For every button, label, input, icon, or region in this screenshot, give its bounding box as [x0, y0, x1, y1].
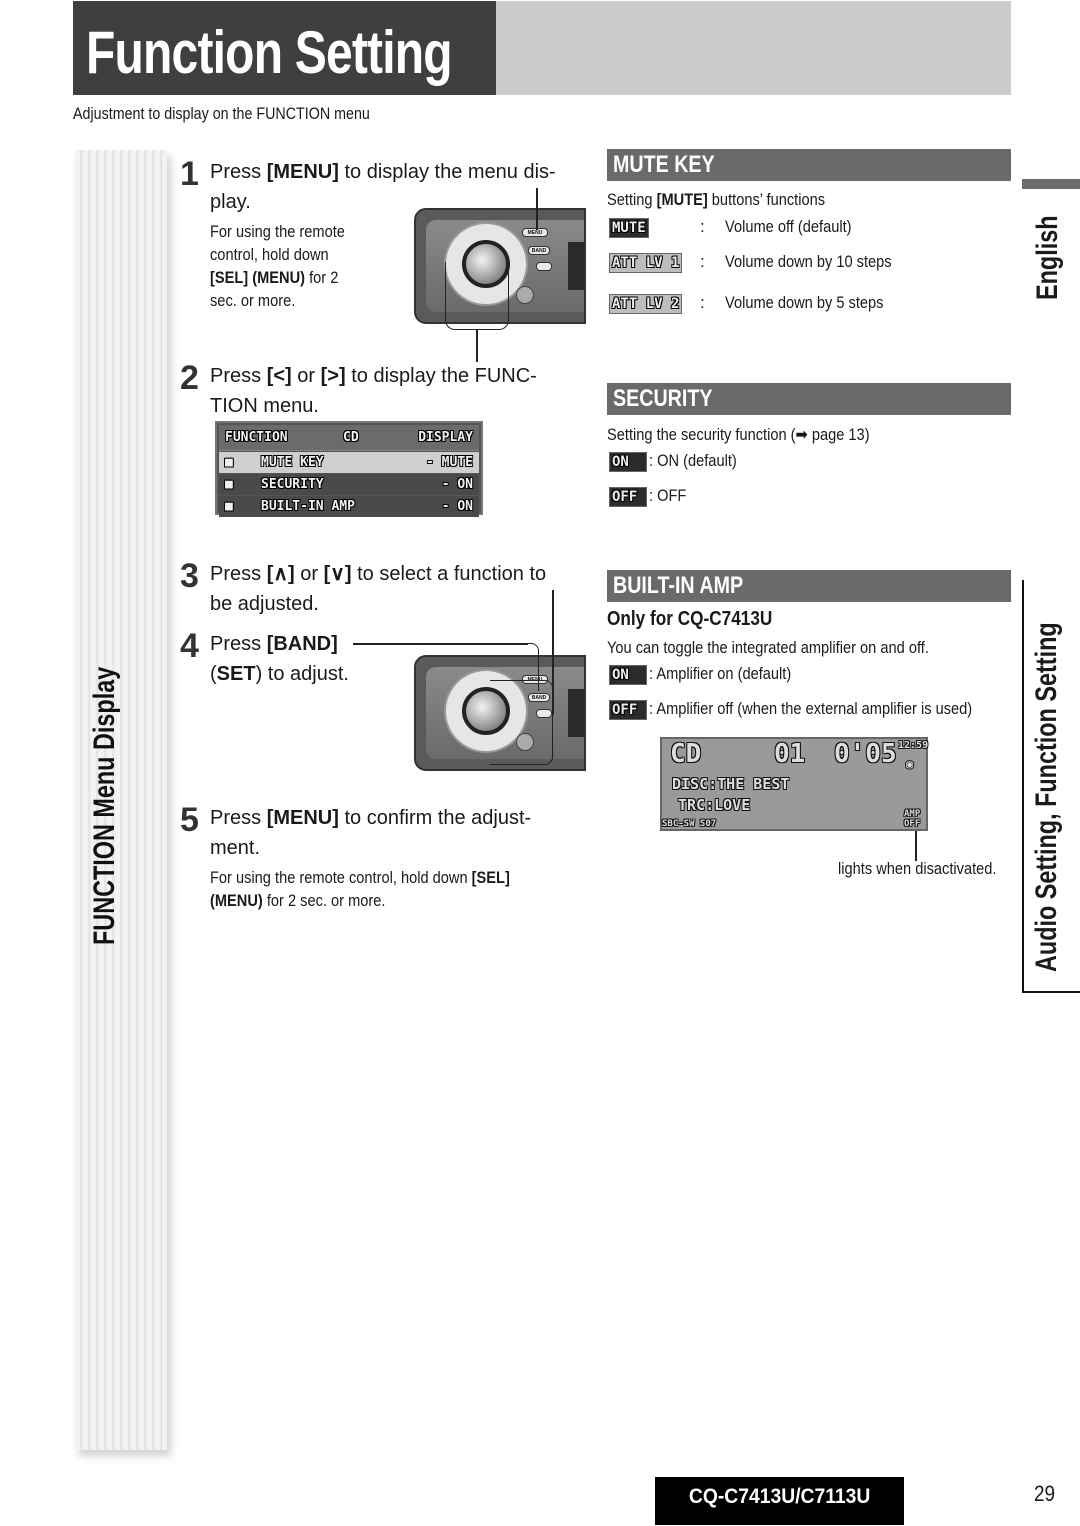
off-lcd-badge: OFF [609, 700, 647, 720]
step-number: 5 [180, 801, 199, 839]
off-lcd-badge: OFF [609, 487, 647, 507]
step-text: Press [MENU] to confirm the adjust- [210, 807, 532, 829]
lcd-time: 0'05 [834, 739, 897, 769]
option-description: : OFF [649, 486, 687, 505]
amp-intro: You can toggle the integrated amplifier … [607, 638, 929, 657]
cd-playback-lcd: CD 01 0'05 12:59 ◉ DISC:THE BEST TRC:LOV… [660, 737, 928, 831]
device-screen [568, 242, 584, 290]
lcd-tab-row: FUNCTION CD DISPLAY [219, 425, 479, 451]
step-text-line2: (SET) to adjust. [210, 663, 349, 685]
step-1-note: For using the remote control, hold down … [210, 222, 345, 310]
separator: : [700, 252, 705, 271]
amp-indicator-leader [915, 831, 917, 861]
lcd-eq-indicator: SBC-SW S07 [662, 819, 717, 829]
step-number: 2 [180, 359, 199, 397]
up-arrow-icon: ∧ [273, 563, 288, 585]
lcd-source: CD [670, 739, 702, 769]
option-description: Volume off (default) [725, 217, 852, 236]
step-number: 4 [180, 627, 199, 665]
language-tab-bar [1022, 179, 1080, 189]
built-in-amp-heading: BUILT-IN AMP [607, 570, 1011, 602]
checkbox-icon: ■ [225, 455, 233, 470]
disc-icon: ◉ [906, 757, 914, 771]
lcd-disc-title: DISC:THE BEST [672, 775, 790, 793]
page-number: 29 [1034, 1481, 1056, 1506]
option-description: : Amplifier on (default) [649, 664, 792, 683]
lcd-menu-row: ■ MUTE KEY - MUTE [219, 452, 479, 473]
option-description: : ON (default) [649, 451, 737, 470]
lcd-track-title: TRC:LOVE [678, 796, 751, 814]
security-heading: SECURITY [607, 383, 1011, 415]
step-text-line2: TION menu. [210, 395, 319, 417]
lcd-amp-off-indicator: AMP OFF [904, 809, 921, 829]
lcd-clock: 12:59 [898, 740, 929, 751]
menu-button-icon: MENU [522, 228, 548, 237]
section-label: Audio Setting, Function Setting [1030, 622, 1063, 972]
option-description: Volume down by 10 steps [725, 252, 892, 271]
checkbox-icon: ■ [225, 499, 233, 514]
separator: : [700, 293, 705, 312]
step-text-line2: ment. [210, 837, 261, 859]
page-subtitle: Adjustment to display on the FUNCTION me… [73, 104, 370, 123]
model-note: Only for CQ-C7413U [607, 608, 773, 630]
page-title: Function Setting [86, 19, 453, 86]
step-text: Press [BAND] [210, 633, 338, 655]
on-lcd-badge: ON [609, 665, 647, 685]
arrow-keys-bracket [445, 262, 509, 330]
src-button-icon [516, 286, 534, 304]
on-lcd-badge: ON [609, 452, 647, 472]
lcd-track: 01 [774, 739, 806, 769]
step-5-note: For using the remote control, hold down … [210, 868, 510, 910]
step-number: 1 [180, 155, 199, 193]
menu-leader-line [536, 188, 538, 230]
updown-keys-bracket [490, 680, 553, 765]
model-number-badge: CQ-C7413U/C7113U [655, 1477, 904, 1525]
option-description: : Amplifier off (when the external ampli… [649, 699, 973, 718]
function-menu-lcd: FUNCTION CD DISPLAY ■ MUTE KEY - MUTE ■ … [215, 421, 483, 517]
checkbox-icon: ■ [225, 477, 233, 492]
side-tab-label: FUNCTION Menu Display [88, 666, 121, 945]
band-button-icon: BAND [528, 246, 550, 255]
option-description: Volume down by 5 steps [725, 293, 884, 312]
left-arrow-icon: < [273, 365, 286, 387]
step-text-line2: play. [210, 191, 251, 213]
step-text-line2: be adjusted. [210, 593, 319, 615]
lcd-tab-display: DISPLAY [418, 430, 473, 445]
section-tab-underline [1022, 991, 1080, 993]
device-screen [568, 689, 584, 737]
step-text: Press [<] or [>] to display the FUNC- [210, 365, 537, 387]
lcd-menu-row: ■ BUILT-IN AMP - ON [219, 496, 479, 517]
lcd-menu-row: ■ SECURITY - ON [219, 474, 479, 495]
language-label: English [1031, 215, 1064, 300]
amp-indicator-caption: lights when disactivated. [838, 859, 997, 878]
lcd-tab-function: FUNCTION [225, 430, 288, 445]
separator: : [700, 217, 705, 236]
lcd-tab-cd: CD [343, 430, 359, 445]
mute-key-heading: MUTE KEY [607, 149, 1011, 181]
down-arrow-icon: ∨ [330, 563, 345, 585]
att-lv1-lcd-badge: ATT LV 1 [609, 253, 683, 273]
att-lv2-lcd-badge: ATT LV 2 [609, 294, 683, 314]
mute-lcd-badge: MUTE [609, 218, 649, 238]
step-number: 3 [180, 557, 199, 595]
band-leader-line [353, 643, 528, 645]
arrow-leader-line [476, 330, 478, 362]
step-text: Press [∧] or [∨] to select a function to [210, 563, 547, 585]
mute-key-intro: Setting buttons’ functions[MUTE] buttons… [607, 190, 826, 209]
section-tab-rule [1022, 580, 1024, 992]
security-intro: Setting the security function (➡ page 13… [607, 425, 870, 444]
disp-button-icon [536, 262, 552, 271]
right-arrow-icon: > [327, 365, 339, 387]
step-text: Press [MENU] to display the menu dis- [210, 161, 556, 183]
